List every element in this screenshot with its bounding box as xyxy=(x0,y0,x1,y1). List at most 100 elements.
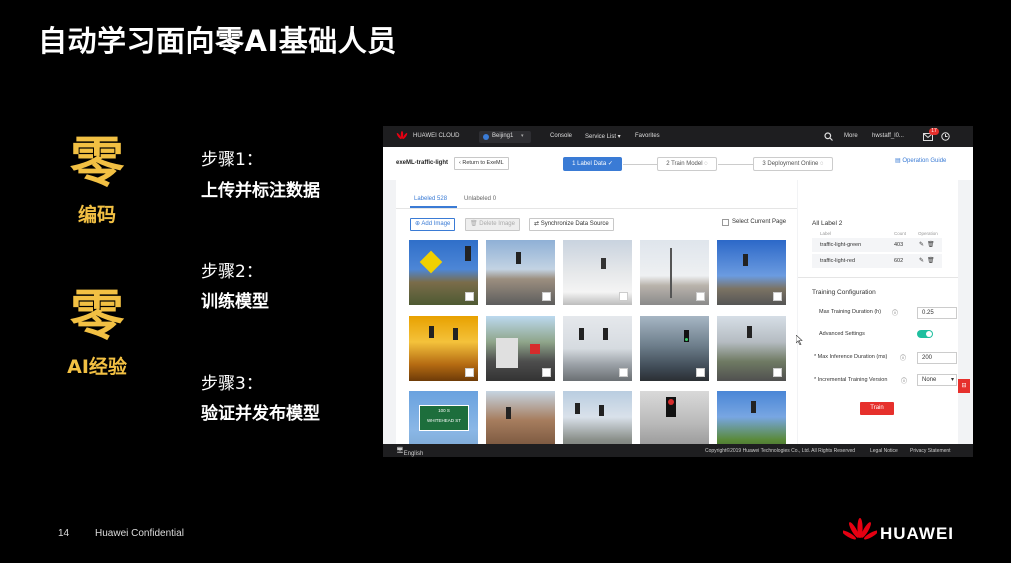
chevron-down-icon: ▾ xyxy=(950,377,954,383)
label-name: traffic-light-green xyxy=(820,242,862,248)
nav-service-list[interactable]: Service List ▾ xyxy=(585,133,621,140)
image-thumbnail[interactable] xyxy=(486,240,555,305)
step-1-label: 步骤1： xyxy=(201,150,263,170)
globe-icon xyxy=(483,134,489,140)
traffic-light xyxy=(429,326,434,338)
image-thumbnail[interactable] xyxy=(563,316,632,381)
return-button[interactable]: ‹ Return to ExeML xyxy=(454,157,509,170)
help-icon[interactable]: ⓘ xyxy=(901,376,907,385)
image-checkbox[interactable] xyxy=(773,292,782,301)
label-count: 2 xyxy=(838,220,843,227)
region-label: Beijing1 xyxy=(492,133,514,139)
project-name: exeML-traffic-light xyxy=(396,160,449,166)
operation-guide-link[interactable]: ▤ Operation Guide xyxy=(895,157,946,164)
huawei-logo-icon xyxy=(843,518,877,540)
help-icon[interactable]: ⓘ xyxy=(892,308,898,317)
language-selector[interactable]: 🖥 English xyxy=(396,447,423,457)
add-image-button[interactable]: ⊕ Add Image xyxy=(410,218,456,231)
train-button[interactable]: Train xyxy=(860,402,894,415)
traffic-light xyxy=(601,258,606,269)
search-icon[interactable] xyxy=(824,132,833,141)
max-inference-input[interactable]: 200 xyxy=(917,352,957,364)
image-thumbnail[interactable] xyxy=(486,316,555,381)
traffic-light xyxy=(599,405,604,416)
incremental-value: None xyxy=(922,377,937,383)
green-signal xyxy=(685,338,688,341)
street-sign-line-1: 100 S xyxy=(438,408,450,413)
image-checkbox[interactable] xyxy=(696,368,705,377)
confidential-label: Huawei Confidential xyxy=(95,528,184,539)
max-duration-input[interactable]: 0.25 xyxy=(917,307,957,319)
image-thumbnail[interactable] xyxy=(409,316,478,381)
step-deployment[interactable]: 3 Deployment Online ◌ xyxy=(753,157,833,171)
step-connector xyxy=(718,164,753,165)
edit-icon[interactable]: ✎ xyxy=(919,257,924,264)
image-checkbox[interactable] xyxy=(542,292,551,301)
incremental-label: * Incremental Training Version xyxy=(814,377,888,383)
trash-icon[interactable]: 🗑 xyxy=(927,241,935,248)
tab-labeled[interactable]: Labeled 528 xyxy=(414,196,447,202)
image-checkbox[interactable] xyxy=(465,292,474,301)
delete-image-button[interactable]: 🗑 Delete Image xyxy=(465,218,520,231)
image-checkbox[interactable] xyxy=(619,292,628,301)
incremental-select[interactable]: None ▾ xyxy=(917,374,957,386)
step-1-pill-label: 1 Label Data xyxy=(572,161,607,167)
select-page-checkbox[interactable] xyxy=(722,219,729,226)
image-checkbox[interactable] xyxy=(696,292,705,301)
image-checkbox[interactable] xyxy=(542,368,551,377)
console-footer: 🖥 English Copyright©2019 Huawei Technolo… xyxy=(383,444,973,457)
select-page-label: Select Current Page xyxy=(732,219,787,225)
traffic-light xyxy=(751,401,756,413)
clock-icon[interactable] xyxy=(941,132,950,141)
sync-data-button[interactable]: ⇄ Synchronize Data Source xyxy=(529,218,614,231)
image-thumbnail[interactable] xyxy=(717,240,786,305)
legal-notice-link[interactable]: Legal Notice xyxy=(870,448,898,454)
add-image-label: Add Image xyxy=(421,221,451,227)
tab-unlabeled[interactable]: Unlabeled 0 xyxy=(464,196,496,202)
user-menu[interactable]: hwstaff_l0... xyxy=(872,133,904,139)
help-icon[interactable]: ⓘ xyxy=(900,353,906,362)
incremental-label-text: Incremental Training Version xyxy=(817,377,888,383)
step-1-text: 上传并标注数据 xyxy=(201,181,320,201)
traffic-light xyxy=(506,407,511,419)
step-3-text: 验证并发布模型 xyxy=(201,404,320,424)
image-checkbox[interactable] xyxy=(619,368,628,377)
image-thumbnail[interactable] xyxy=(640,240,709,305)
label-row[interactable]: traffic-light-green 403 ✎ 🗑 xyxy=(812,238,942,252)
advanced-settings-toggle[interactable] xyxy=(917,330,933,338)
image-thumbnail[interactable] xyxy=(640,316,709,381)
section-divider xyxy=(798,277,958,278)
trash-icon[interactable]: 🗑 xyxy=(927,257,935,264)
image-checkbox[interactable] xyxy=(465,368,474,377)
step-train-model[interactable]: 2 Train Model ◌ xyxy=(657,157,717,171)
traffic-light xyxy=(465,246,471,261)
label-row[interactable]: traffic-light-red 602 ✎ 🗑 xyxy=(812,254,942,268)
console-screenshot: HUAWEI CLOUD Beijing1 ▾ Console Service … xyxy=(383,126,973,457)
traffic-light xyxy=(747,326,752,338)
sync-data-label: Synchronize Data Source xyxy=(540,221,609,227)
red-signal xyxy=(668,399,674,405)
privacy-statement-link[interactable]: Privacy Statement xyxy=(910,448,951,454)
column-count: Count xyxy=(894,231,907,236)
advanced-settings-label: Advanced Settings xyxy=(819,331,865,337)
nav-favorites[interactable]: Favorites xyxy=(635,133,660,139)
traffic-light xyxy=(743,254,748,266)
toggle-knob xyxy=(926,331,932,337)
caption-coding: 编码 xyxy=(77,204,116,226)
region-selector[interactable]: Beijing1 ▾ xyxy=(479,131,531,143)
step-label-data[interactable]: 1 Label Data ✓ xyxy=(563,157,622,171)
label-config-panel: All Label 2 Label Count Operation traffi… xyxy=(798,180,958,444)
nav-console[interactable]: Console xyxy=(550,133,572,139)
delete-image-label: Delete Image xyxy=(479,221,515,227)
image-checkbox[interactable] xyxy=(773,368,782,377)
feedback-tab[interactable]: ⊟ xyxy=(958,379,970,393)
image-thumbnail[interactable] xyxy=(717,316,786,381)
image-thumbnail[interactable] xyxy=(409,240,478,305)
image-thumbnail[interactable] xyxy=(563,240,632,305)
step-3-pill-label: 3 Deployment Online xyxy=(762,161,819,167)
more-menu[interactable]: More xyxy=(844,133,858,139)
bus xyxy=(496,338,518,368)
step-2-pill-label: 2 Train Model xyxy=(666,161,703,167)
edit-icon[interactable]: ✎ xyxy=(919,241,924,248)
pole xyxy=(670,248,672,298)
